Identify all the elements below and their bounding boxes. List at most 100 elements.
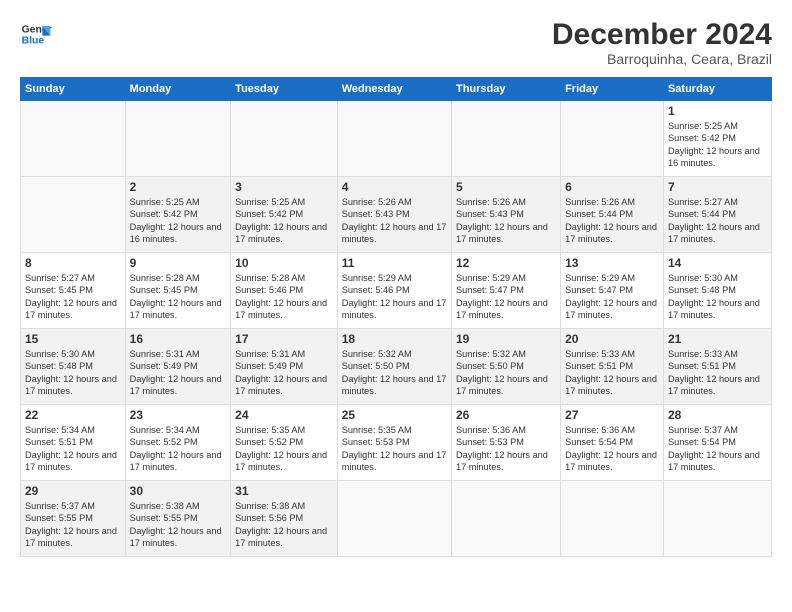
calendar-cell: 14 Sunrise: 5:30 AMSunset: 5:48 PMDayligh… [663,253,771,329]
day-number: 31 [235,484,333,498]
day-number: 8 [25,256,121,270]
day-number: 19 [456,332,556,346]
calendar-cell: 15Sunrise: 5:30 AMSunset: 5:48 PMDayligh… [21,329,126,405]
table-row: 29 Sunrise: 5:37 AMSunset: 5:55 PMDayligh… [21,481,772,557]
calendar-cell [561,101,664,177]
day-info: Sunrise: 5:37 AMSunset: 5:54 PMDaylight:… [668,424,767,474]
day-info: Sunrise: 5:29 AMSunset: 5:47 PMDaylight:… [565,272,659,322]
day-number: 25 [342,408,447,422]
day-info: Sunrise: 5:29 AMSunset: 5:46 PMDaylight:… [342,272,447,322]
calendar-cell: 9Sunrise: 5:28 AMSunset: 5:45 PMDaylight… [125,253,231,329]
table-row: 8 Sunrise: 5:27 AMSunset: 5:45 PMDaylight… [21,253,772,329]
day-number: 29 [25,484,121,498]
calendar-cell: 18 Sunrise: 5:32 AMSunset: 5:50 PMDayligh… [337,329,451,405]
calendar-cell: 8 Sunrise: 5:27 AMSunset: 5:45 PMDaylight… [21,253,126,329]
calendar-body: 1 Sunrise: 5:25 AMSunset: 5:42 PMDaylight… [21,101,772,557]
calendar-cell: 10Sunrise: 5:28 AMSunset: 5:46 PMDayligh… [231,253,338,329]
calendar-cell: 7 Sunrise: 5:27 AMSunset: 5:44 PMDaylight… [663,177,771,253]
day-number: 2 [130,180,227,194]
day-info: Sunrise: 5:26 AMSunset: 5:43 PMDaylight:… [342,196,447,246]
day-number: 24 [235,408,333,422]
table-row: 1 Sunrise: 5:25 AMSunset: 5:42 PMDaylight… [21,101,772,177]
title-block: December 2024 Barroquinha, Ceara, Brazil [552,18,772,67]
calendar-cell [21,101,126,177]
day-info: Sunrise: 5:36 AMSunset: 5:53 PMDaylight:… [456,424,556,474]
calendar-cell: 11 Sunrise: 5:29 AMSunset: 5:46 PMDayligh… [337,253,451,329]
day-number: 18 [342,332,447,346]
day-info: Sunrise: 5:30 AMSunset: 5:48 PMDaylight:… [668,272,767,322]
day-info: Sunrise: 5:38 AMSunset: 5:56 PMDaylight:… [235,500,333,550]
logo: General Blue [20,18,52,50]
day-number: 28 [668,408,767,422]
day-number: 12 [456,256,556,270]
calendar-cell [125,101,231,177]
calendar-cell [337,481,451,557]
calendar-cell [21,177,126,253]
calendar-cell: 12 Sunrise: 5:29 AMSunset: 5:47 PMDayligh… [451,253,560,329]
calendar-cell: 26 Sunrise: 5:36 AMSunset: 5:53 PMDayligh… [451,405,560,481]
table-row: 15Sunrise: 5:30 AMSunset: 5:48 PMDayligh… [21,329,772,405]
table-row: 22Sunrise: 5:34 AMSunset: 5:51 PMDayligh… [21,405,772,481]
calendar-cell: 29 Sunrise: 5:37 AMSunset: 5:55 PMDayligh… [21,481,126,557]
day-info: Sunrise: 5:35 AMSunset: 5:52 PMDaylight:… [235,424,333,474]
col-monday: Monday [125,78,231,101]
day-info: Sunrise: 5:34 AMSunset: 5:51 PMDaylight:… [25,424,121,474]
calendar-cell [451,101,560,177]
calendar-cell: 20Sunrise: 5:33 AMSunset: 5:51 PMDayligh… [561,329,664,405]
day-info: Sunrise: 5:36 AMSunset: 5:54 PMDaylight:… [565,424,659,474]
day-number: 1 [668,104,767,118]
day-number: 14 [668,256,767,270]
subtitle: Barroquinha, Ceara, Brazil [552,51,772,67]
day-info: Sunrise: 5:25 AMSunset: 5:42 PMDaylight:… [235,196,333,246]
day-number: 6 [565,180,659,194]
col-tuesday: Tuesday [231,78,338,101]
day-number: 30 [130,484,227,498]
day-info: Sunrise: 5:26 AMSunset: 5:43 PMDaylight:… [456,196,556,246]
day-number: 13 [565,256,659,270]
day-info: Sunrise: 5:34 AMSunset: 5:52 PMDaylight:… [130,424,227,474]
day-info: Sunrise: 5:28 AMSunset: 5:45 PMDaylight:… [130,272,227,322]
day-number: 11 [342,256,447,270]
calendar-cell: 13 Sunrise: 5:29 AMSunset: 5:47 PMDayligh… [561,253,664,329]
day-info: Sunrise: 5:33 AMSunset: 5:51 PMDaylight:… [668,348,767,398]
calendar-cell: 4Sunrise: 5:26 AMSunset: 5:43 PMDaylight… [337,177,451,253]
day-number: 5 [456,180,556,194]
day-info: Sunrise: 5:27 AMSunset: 5:44 PMDaylight:… [668,196,767,246]
calendar-cell: 1 Sunrise: 5:25 AMSunset: 5:42 PMDaylight… [663,101,771,177]
col-wednesday: Wednesday [337,78,451,101]
calendar-cell: 5 Sunrise: 5:26 AMSunset: 5:43 PMDaylight… [451,177,560,253]
calendar-cell: 24 Sunrise: 5:35 AMSunset: 5:52 PMDayligh… [231,405,338,481]
calendar-cell: 6 Sunrise: 5:26 AMSunset: 5:44 PMDaylight… [561,177,664,253]
day-number: 7 [668,180,767,194]
day-info: Sunrise: 5:27 AMSunset: 5:45 PMDaylight:… [25,272,121,322]
calendar-table: Sunday Monday Tuesday Wednesday Thursday… [20,77,772,557]
main-title: December 2024 [552,18,772,51]
day-number: 26 [456,408,556,422]
svg-text:Blue: Blue [22,36,45,47]
calendar-cell [337,101,451,177]
calendar-cell: 31 Sunrise: 5:38 AMSunset: 5:56 PMDayligh… [231,481,338,557]
day-info: Sunrise: 5:31 AMSunset: 5:49 PMDaylight:… [130,348,227,398]
day-number: 3 [235,180,333,194]
day-info: Sunrise: 5:29 AMSunset: 5:47 PMDaylight:… [456,272,556,322]
calendar-page: General Blue December 2024 Barroquinha, … [0,0,792,612]
day-info: Sunrise: 5:32 AMSunset: 5:50 PMDaylight:… [456,348,556,398]
day-number: 17 [235,332,333,346]
logo-icon: General Blue [20,18,52,50]
day-info: Sunrise: 5:25 AMSunset: 5:42 PMDaylight:… [668,120,767,170]
day-info: Sunrise: 5:37 AMSunset: 5:55 PMDaylight:… [25,500,121,550]
day-number: 21 [668,332,767,346]
col-thursday: Thursday [451,78,560,101]
calendar-cell [561,481,664,557]
day-info: Sunrise: 5:25 AMSunset: 5:42 PMDaylight:… [130,196,227,246]
day-info: Sunrise: 5:26 AMSunset: 5:44 PMDaylight:… [565,196,659,246]
header-row: Sunday Monday Tuesday Wednesday Thursday… [21,78,772,101]
day-number: 16 [130,332,227,346]
day-info: Sunrise: 5:28 AMSunset: 5:46 PMDaylight:… [235,272,333,322]
calendar-cell: 16 Sunrise: 5:31 AMSunset: 5:49 PMDayligh… [125,329,231,405]
calendar-cell: 3 Sunrise: 5:25 AMSunset: 5:42 PMDaylight… [231,177,338,253]
day-info: Sunrise: 5:32 AMSunset: 5:50 PMDaylight:… [342,348,447,398]
calendar-cell [231,101,338,177]
calendar-cell [451,481,560,557]
table-row: 2 Sunrise: 5:25 AMSunset: 5:42 PMDaylight… [21,177,772,253]
